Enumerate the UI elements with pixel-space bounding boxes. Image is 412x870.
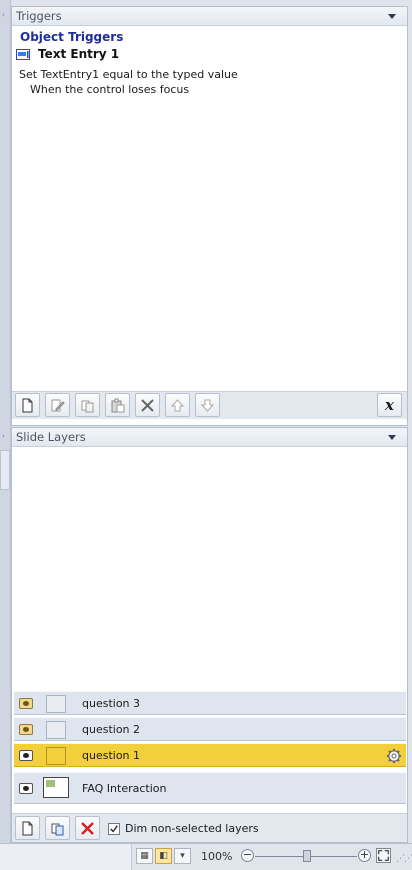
eye-icon[interactable] [19, 783, 33, 794]
duplicate-layer-button[interactable] [45, 816, 70, 840]
layer-name: question 3 [82, 697, 141, 710]
layer-name: question 1 [82, 749, 141, 762]
eye-icon[interactable] [19, 724, 33, 735]
panel-menu-dropdown-icon[interactable] [388, 14, 396, 19]
manage-variables-button[interactable]: x [377, 393, 402, 417]
base-layer-thumbnail [43, 777, 69, 798]
layers-toolbar: Dim non-selected layers [12, 813, 407, 842]
story-view-icon: ◧ [159, 851, 168, 861]
layer-thumbnail [46, 747, 66, 765]
delete-icon [141, 398, 154, 412]
base-layer-row[interactable]: FAQ Interaction [14, 772, 406, 804]
delete-trigger-button[interactable] [135, 393, 160, 417]
layer-properties-gear-icon[interactable] [386, 748, 402, 764]
minus-icon: − [242, 848, 253, 861]
eye-icon[interactable] [19, 750, 33, 761]
slide-layers-panel-title: Slide Layers [16, 430, 86, 444]
trigger-object-label: Text Entry 1 [38, 47, 120, 61]
layer-name: question 2 [82, 723, 141, 736]
new-trigger-button[interactable] [15, 393, 40, 417]
slide-layers-panel: Slide Layers question 3 question 2 quest… [11, 427, 408, 843]
layer-thumbnail [46, 695, 66, 713]
layer-row-question-2[interactable]: question 2 [14, 717, 406, 741]
splitter-handle[interactable] [0, 450, 10, 490]
dim-checkbox[interactable] [108, 822, 120, 835]
left-splitter[interactable]: › › [0, 0, 11, 843]
edit-trigger-button[interactable] [45, 393, 70, 417]
normal-view-icon: ▦ [140, 851, 149, 861]
triggers-panel-header: Triggers [12, 7, 407, 26]
new-layer-button[interactable] [15, 816, 40, 840]
layer-row-question-3[interactable]: question 3 [14, 691, 406, 715]
layer-thumbnail [46, 721, 66, 739]
dim-non-selected-layers-option[interactable]: Dim non-selected layers [108, 822, 259, 835]
layer-name: FAQ Interaction [82, 782, 167, 795]
splitter-arrow-icon: › [2, 432, 5, 440]
splitter-arrow-icon: › [2, 11, 5, 19]
dim-checkbox-label: Dim non-selected layers [125, 822, 259, 835]
eye-icon[interactable] [19, 698, 33, 709]
normal-view-button[interactable]: ▦ [136, 848, 153, 864]
copy-trigger-button[interactable] [75, 393, 100, 417]
new-layer-icon [22, 821, 33, 835]
zoom-in-button[interactable]: + [358, 849, 371, 862]
fit-to-window-icon [378, 850, 389, 861]
object-triggers-group-title: Object Triggers [20, 30, 124, 44]
checkmark-icon [110, 824, 118, 833]
thumbnail-graphic [46, 780, 55, 787]
status-bar-left-area [0, 844, 132, 870]
paste-icon [111, 398, 125, 412]
duplicate-icon [51, 823, 64, 835]
trigger-condition-item[interactable]: When the control loses focus [30, 83, 189, 96]
edit-trigger-icon [51, 399, 65, 411]
triggers-panel-title: Triggers [16, 9, 62, 23]
triggers-toolbar: x [12, 391, 407, 419]
move-up-icon [170, 398, 185, 411]
delete-layer-button[interactable] [75, 816, 100, 840]
panel-menu-dropdown-icon[interactable] [388, 435, 396, 440]
slide-layers-panel-header: Slide Layers [12, 428, 407, 447]
move-trigger-down-button[interactable] [195, 393, 220, 417]
zoom-out-button[interactable]: − [241, 849, 254, 862]
text-entry-object-icon [16, 49, 30, 60]
status-bar: ▦ ◧ ▾ 100% − + ⋰⋰ [0, 843, 412, 870]
move-down-icon [200, 399, 215, 412]
slide-sorter-view-button[interactable]: ▾ [174, 848, 191, 864]
trigger-action-item[interactable]: Set TextEntry1 equal to the typed value [19, 68, 238, 81]
zoom-level: 100% [201, 850, 233, 863]
paste-trigger-button[interactable] [105, 393, 130, 417]
delete-icon [81, 821, 94, 835]
copy-icon [81, 400, 94, 412]
variables-icon: x [385, 396, 394, 414]
story-view-button[interactable]: ◧ [155, 848, 172, 864]
resize-grip-icon[interactable]: ⋰⋰ [396, 854, 412, 864]
new-trigger-icon [22, 398, 33, 412]
move-trigger-up-button[interactable] [165, 393, 190, 417]
fit-to-window-button[interactable] [376, 848, 391, 863]
layer-row-question-1[interactable]: question 1 [14, 743, 406, 767]
plus-icon: + [359, 848, 370, 861]
zoom-slider-thumb[interactable] [303, 850, 311, 862]
triggers-panel: Triggers Object Triggers Text Entry 1 Se… [11, 6, 408, 426]
slide-sorter-icon: ▾ [180, 851, 185, 861]
